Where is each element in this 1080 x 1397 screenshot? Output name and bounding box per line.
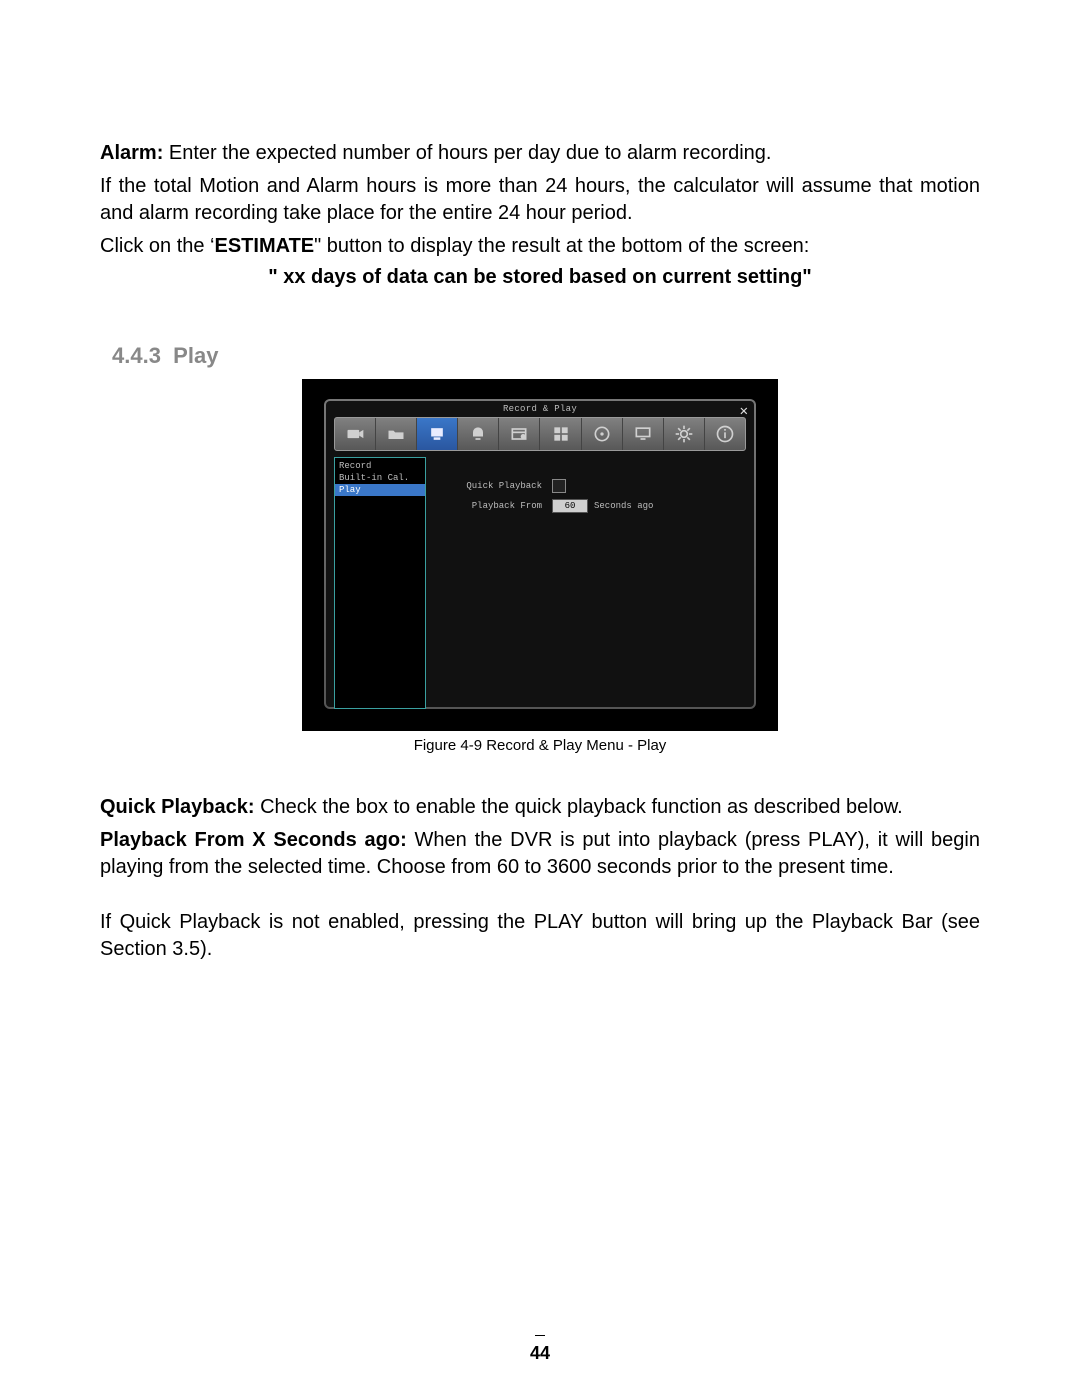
para-click: Click on the ‘ESTIMATE" button to displa…	[100, 233, 980, 260]
toolbar	[334, 417, 746, 451]
section-heading: 4.4.3 Play	[112, 343, 980, 369]
figure-caption: Figure 4-9 Record & Play Menu - Play	[302, 737, 778, 754]
para-total: If the total Motion and Alarm hours is m…	[100, 173, 980, 227]
click-post: " button to display the result at the bo…	[314, 235, 809, 257]
close-icon[interactable]: ✕	[740, 403, 748, 420]
click-pre: Click on the ‘	[100, 235, 215, 257]
estimate-word: ESTIMATE	[215, 235, 315, 257]
sidebar: Record Built-in Cal. Play	[334, 457, 426, 709]
toolbar-alarm-icon[interactable]	[458, 418, 499, 450]
quick-text: Check the box to enable the quick playba…	[255, 796, 903, 818]
para-alarm: Alarm: Enter the expected number of hour…	[100, 140, 980, 167]
window-inner: Record & Play ✕	[326, 401, 754, 707]
quick-label: Quick Playback:	[100, 796, 255, 818]
para-notenabled: If Quick Playback is not enabled, pressi…	[100, 909, 980, 963]
toolbar-layout-icon[interactable]	[540, 418, 581, 450]
sidebar-item-play[interactable]: Play	[335, 484, 425, 496]
from-label: Playback From X Seconds ago:	[100, 829, 407, 851]
page-number: — 44	[100, 1330, 980, 1364]
toolbar-settings-icon[interactable]	[664, 418, 705, 450]
page-number-value: 44	[530, 1343, 550, 1363]
toolbar-info-icon[interactable]	[705, 418, 745, 450]
playback-from-label: Playback From	[446, 501, 546, 511]
alarm-label: Alarm:	[100, 142, 163, 164]
toolbar-disk-icon[interactable]	[582, 418, 623, 450]
sidebar-item-builtin-cal[interactable]: Built-in Cal.	[335, 472, 425, 484]
alarm-text: Enter the expected number of hours per d…	[163, 142, 771, 164]
para-from: Playback From X Seconds ago: When the DV…	[100, 827, 980, 881]
toolbar-folder-icon[interactable]	[376, 418, 417, 450]
window-frame: Record & Play ✕	[324, 399, 756, 709]
toolbar-network-icon[interactable]	[623, 418, 664, 450]
result-line: " xx days of data can be stored based on…	[100, 266, 980, 289]
section-number: 4.4.3	[112, 343, 161, 368]
toolbar-record-play-icon[interactable]	[417, 418, 458, 450]
playback-from-input[interactable]: 60	[552, 499, 588, 513]
sidebar-item-record[interactable]: Record	[335, 460, 425, 472]
playback-from-suffix: Seconds ago	[594, 501, 653, 511]
window-title: Record & Play	[326, 401, 754, 415]
quick-playback-checkbox[interactable]	[552, 479, 566, 493]
settings-panel: Quick Playback Playback From 60 Seconds …	[426, 457, 746, 709]
section-title: Play	[173, 343, 218, 368]
screenshot: Record & Play ✕	[302, 379, 778, 731]
para-quick: Quick Playback: Check the box to enable …	[100, 794, 980, 821]
quick-playback-label: Quick Playback	[446, 481, 546, 491]
toolbar-calendar-icon[interactable]	[499, 418, 540, 450]
toolbar-camera-icon[interactable]	[335, 418, 376, 450]
